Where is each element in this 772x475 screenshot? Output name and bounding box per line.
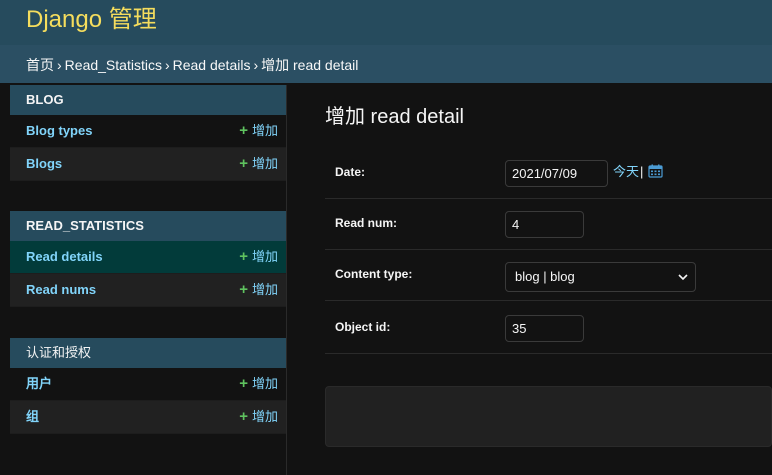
breadcrumb-model[interactable]: Read details — [173, 57, 251, 73]
module-caption-read-statistics[interactable]: READ_STATISTICS — [10, 211, 286, 241]
content-type-select[interactable]: blog | blog — [505, 262, 696, 292]
plus-icon: + — [239, 155, 248, 172]
form-row-date: Date: 2021/07/09 今天| — [325, 148, 772, 199]
add-link[interactable]: + 增加 — [239, 282, 278, 298]
date-field-wrap: 2021/07/09 今天| — [505, 160, 663, 187]
plus-icon: + — [239, 248, 248, 265]
sidebar-item-groups: 组 + 增加 — [10, 401, 286, 434]
form-row-object-id: Object id: 35 — [325, 303, 772, 354]
module-auth: 认证和授权 用户 + 增加 组 + 增加 — [10, 338, 286, 434]
add-label: 增加 — [251, 376, 278, 391]
date-input[interactable]: 2021/07/09 — [505, 160, 608, 187]
add-label: 增加 — [251, 123, 278, 138]
date-shortcuts: 今天| — [613, 164, 663, 180]
add-label: 增加 — [251, 409, 278, 424]
module-caption-blog[interactable]: BLOG — [10, 85, 286, 115]
date-label: Date: — [335, 165, 366, 179]
content-type-value: blog | blog — [515, 269, 575, 284]
sidebar-item-label[interactable]: 用户 — [26, 376, 52, 392]
add-label: 增加 — [251, 282, 278, 297]
submit-row — [325, 386, 772, 447]
sidebar-item-label[interactable]: 组 — [26, 409, 39, 425]
breadcrumb: 首页 › Read_Statistics › Read details › 增加 read … — [0, 45, 772, 83]
form-row-read-num: Read num: 4 — [325, 199, 772, 250]
sidebar-divider — [286, 85, 287, 475]
module-caption-auth[interactable]: 认证和授权 — [10, 338, 286, 368]
add-link[interactable]: + 增加 — [239, 123, 278, 139]
sidebar-item-label[interactable]: Read nums — [26, 282, 96, 298]
form-row-content-type: Content type: blog | blog — [325, 250, 772, 301]
sidebar-item-blogs: Blogs + 增加 — [10, 148, 286, 181]
sidebar-item-label[interactable]: Blog types — [26, 123, 92, 139]
plus-icon: + — [239, 408, 248, 425]
sidebar-item-read-nums: Read nums + 增加 — [10, 274, 286, 307]
object-id-label: Object id: — [335, 320, 391, 334]
plus-icon: + — [239, 281, 248, 298]
content-type-field-wrap: blog | blog — [505, 262, 696, 292]
site-brand[interactable]: Django 管理 — [26, 5, 157, 35]
sidebar-item-users: 用户 + 增加 — [10, 368, 286, 401]
sidebar-item-label[interactable]: Blogs — [26, 156, 62, 172]
read-num-label: Read num: — [335, 216, 398, 230]
add-label: 增加 — [251, 156, 278, 171]
add-label: 增加 — [251, 249, 278, 264]
content-type-label: Content type: — [335, 267, 413, 281]
plus-icon: + — [239, 375, 248, 392]
object-id-field-wrap: 35 — [505, 315, 584, 342]
sidebar-item-blog-types: Blog types + 增加 — [10, 115, 286, 148]
chevron-down-icon — [677, 269, 689, 285]
add-link[interactable]: + 增加 — [239, 249, 278, 265]
breadcrumb-current: 增加 read detail — [261, 57, 359, 73]
page-title: 增加 read detail — [325, 106, 464, 128]
add-link[interactable]: + 增加 — [239, 409, 278, 425]
header: Django 管理 — [0, 0, 772, 45]
shortcut-separator: | — [640, 164, 644, 179]
calendar-icon[interactable] — [648, 164, 663, 178]
object-id-input[interactable]: 35 — [505, 315, 584, 342]
add-link[interactable]: + 增加 — [239, 156, 278, 172]
breadcrumb-app[interactable]: Read_Statistics — [65, 57, 162, 73]
breadcrumb-home[interactable]: 首页 — [26, 57, 54, 73]
read-num-field-wrap: 4 — [505, 211, 584, 238]
breadcrumb-separator: › — [164, 57, 170, 73]
sidebar-nav: BLOG Blog types + 增加 Blogs + 增加 READ_STATI… — [10, 85, 286, 475]
sidebar-item-label[interactable]: Read details — [26, 249, 103, 265]
breadcrumb-separator: › — [253, 57, 259, 73]
add-link[interactable]: + 增加 — [239, 376, 278, 392]
read-num-input[interactable]: 4 — [505, 211, 584, 238]
module-read-statistics: READ_STATISTICS Read details + 增加 Read nu… — [10, 211, 286, 307]
module-blog: BLOG Blog types + 增加 Blogs + 增加 — [10, 85, 286, 181]
today-link[interactable]: 今天 — [613, 164, 639, 179]
breadcrumb-separator: › — [57, 57, 62, 73]
sidebar-item-read-details: Read details + 增加 — [10, 241, 286, 274]
plus-icon: + — [239, 122, 248, 139]
